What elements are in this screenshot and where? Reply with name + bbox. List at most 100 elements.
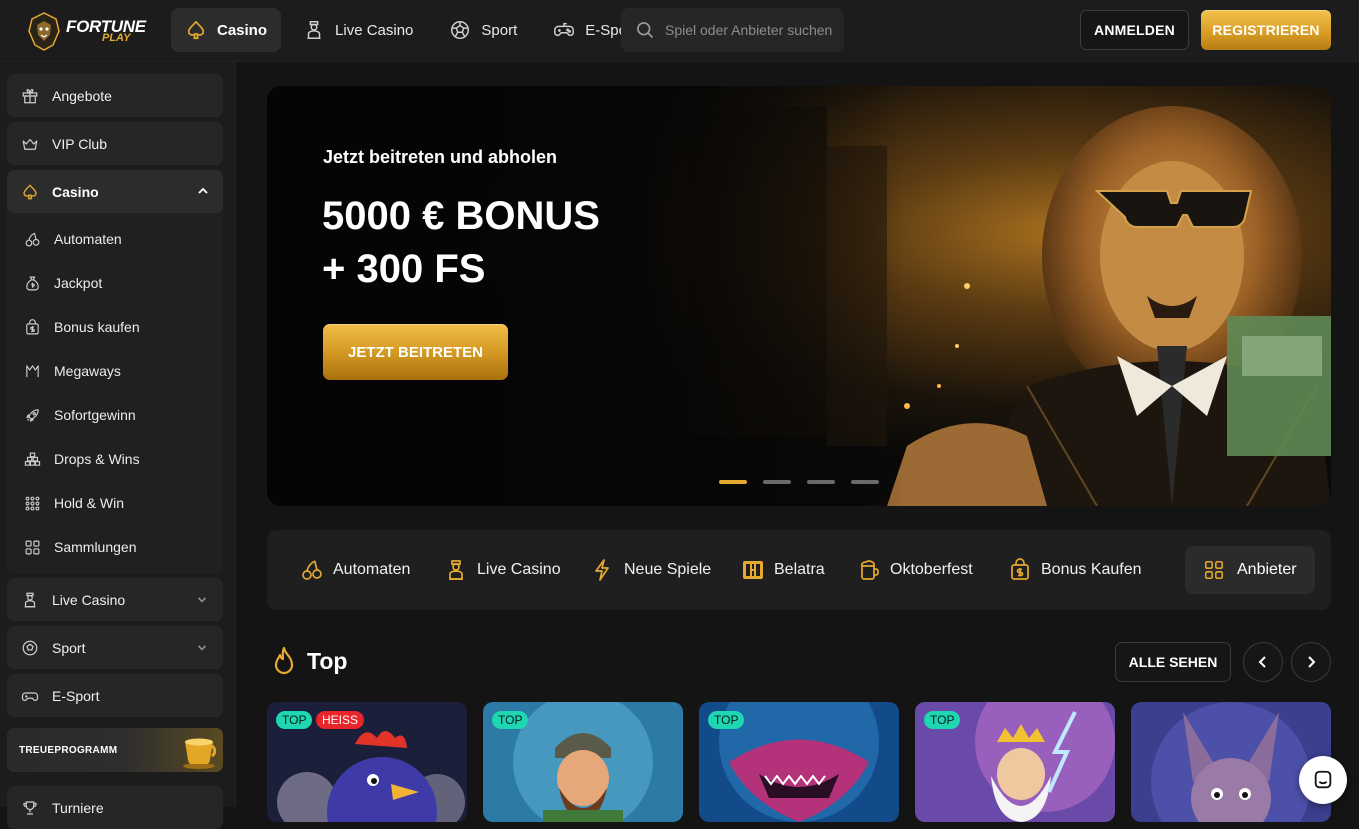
join-now-button[interactable]: JETZT BEITRETEN — [323, 324, 508, 380]
category-label: Neue Spiele — [624, 561, 712, 578]
game-card[interactable]: TOP — [699, 702, 899, 822]
carousel-dot-1[interactable] — [719, 480, 747, 484]
hero-headline-line2: + 300 FS — [322, 247, 486, 291]
sidebar-subitem-label: Bonus kaufen — [54, 319, 140, 335]
spade-icon — [23, 184, 37, 199]
badge-top: TOP — [276, 711, 313, 729]
sidebar-item-casino[interactable]: Casino — [7, 170, 223, 213]
game-card[interactable]: TOP HEISS — [267, 702, 467, 822]
next-arrow-button[interactable] — [1291, 642, 1331, 682]
sidebar-item-label: E-Sport — [52, 687, 100, 704]
belatra-icon — [743, 561, 763, 579]
dealer-icon — [307, 21, 321, 39]
search-icon — [637, 22, 654, 39]
category-neue-spiele[interactable]: Neue Spiele — [591, 554, 711, 586]
gamepad-icon — [554, 22, 575, 37]
sidebar-subitem-sofortgewinn[interactable]: Sofortgewinn — [24, 400, 136, 430]
carousel-indicators — [719, 480, 879, 484]
chevron-down-icon[interactable] — [195, 592, 209, 606]
hero-headline-line1: 5000 € BONUS — [322, 194, 600, 238]
chevron-down-icon[interactable] — [195, 640, 209, 654]
category-label: Belatra — [774, 561, 825, 578]
category-automaten[interactable]: Automaten — [300, 554, 410, 586]
crown-icon — [22, 138, 38, 150]
nav-sport-label: Sport — [481, 21, 518, 39]
see-all-button[interactable]: ALLE SEHEN — [1115, 642, 1231, 682]
login-button[interactable]: ANMELDEN — [1080, 10, 1189, 50]
sidebar-item-esport[interactable]: E-Sport — [7, 674, 223, 717]
sidebar-subitem-bonus-kaufen[interactable]: Bonus kaufen — [24, 312, 140, 342]
cherries-icon — [302, 560, 322, 580]
sidebar-item-tournaments[interactable]: Turniere — [7, 786, 223, 829]
sidebar-casino-group: Casino Automaten Jackpot Bonus kaufen Me… — [7, 170, 223, 574]
category-label: Automaten — [333, 561, 411, 578]
game-card[interactable]: TOP — [915, 702, 1115, 822]
rocket-icon — [26, 408, 39, 422]
dealer-icon — [449, 560, 463, 580]
sidebar-subitem-jackpot[interactable]: Jackpot — [24, 268, 102, 298]
gift-icon — [22, 88, 38, 103]
sidebar-subitem-label: Drops & Wins — [54, 451, 140, 467]
nav-casino-label: Casino — [217, 21, 268, 39]
hero-headline: 5000 € BONUS + 300 FS — [322, 190, 600, 296]
sidebar-item-live-casino[interactable]: Live Casino — [7, 578, 223, 621]
lion-logo-icon — [28, 12, 60, 51]
category-providers[interactable]: Anbieter — [1185, 546, 1315, 594]
prev-arrow-button[interactable] — [1243, 642, 1283, 682]
search-input[interactable] — [665, 22, 835, 38]
chevron-right-icon — [1308, 656, 1316, 668]
game-card[interactable] — [1131, 702, 1331, 822]
sidebar-item-label: Live Casino — [52, 591, 126, 608]
nav-live-casino[interactable]: Live Casino — [289, 8, 427, 52]
collections-icon — [1204, 560, 1224, 580]
chevron-left-icon — [1258, 656, 1266, 668]
sidebar-item-offers[interactable]: Angebote — [7, 74, 223, 117]
category-label: Live Casino — [477, 561, 561, 578]
carousel-dot-3[interactable] — [807, 480, 835, 484]
spade-icon — [187, 20, 205, 40]
sidebar-subitem-drops-wins[interactable]: Drops & Wins — [24, 444, 140, 474]
sidebar-subitem-label: Sofortgewinn — [54, 407, 136, 423]
sidebar-subitem-hold-win[interactable]: Hold & Win — [24, 488, 124, 518]
collections-icon — [25, 540, 40, 554]
sidebar-item-label: Angebote — [52, 87, 112, 104]
loyalty-label: TREUEPROGRAMM — [19, 744, 118, 756]
loyalty-program-banner[interactable]: TREUEPROGRAMM — [7, 728, 223, 772]
section-title-top: Top — [271, 646, 347, 676]
nav-sport[interactable]: Sport — [435, 8, 531, 52]
category-bonus-kaufen[interactable]: Bonus Kaufen — [1008, 554, 1142, 586]
soccer-ball-icon — [451, 21, 470, 39]
sidebar-subitem-sammlungen[interactable]: Sammlungen — [24, 532, 137, 562]
cherries-icon — [25, 232, 40, 246]
main-nav: Casino Live Casino Sport E-Sport — [171, 8, 650, 52]
sidebar-item-sport[interactable]: Sport — [7, 626, 223, 669]
category-oktoberfest[interactable]: Oktoberfest — [857, 554, 973, 586]
carousel-dot-4[interactable] — [851, 480, 879, 484]
brand-logo[interactable]: FORTUNE PLAY — [26, 8, 150, 54]
sidebar-subitem-automaten[interactable]: Automaten — [24, 224, 122, 254]
sidebar-subitem-label: Megaways — [54, 363, 121, 379]
sidebar-item-vip[interactable]: VIP Club — [7, 122, 223, 165]
carousel-dot-2[interactable] — [763, 480, 791, 484]
game-card[interactable]: TOP — [483, 702, 683, 822]
sidebar-item-label: VIP Club — [52, 135, 107, 152]
category-belatra[interactable]: Belatra — [741, 554, 825, 586]
chevron-up-icon[interactable] — [197, 185, 209, 197]
bag-dollar-icon — [26, 318, 39, 334]
trophy-icon — [23, 800, 37, 815]
register-button[interactable]: REGISTRIEREN — [1201, 10, 1331, 50]
hero-banner[interactable]: Jetzt beitreten und abholen 5000 € BONUS… — [267, 86, 1331, 506]
category-live-casino[interactable]: Live Casino — [444, 554, 561, 586]
chat-support-button[interactable] — [1299, 756, 1347, 804]
section-title-label: Top — [307, 647, 348, 674]
soccer-ball-icon — [22, 640, 38, 655]
top-bar: FORTUNE PLAY Casino Live Casino Sport E-… — [0, 0, 1359, 62]
badge-top: TOP — [492, 711, 529, 729]
nav-casino[interactable]: Casino — [171, 8, 282, 52]
sidebar-subitem-megaways[interactable]: Megaways — [24, 356, 121, 386]
sidebar-item-label: Turniere — [52, 799, 104, 816]
gamepad-icon — [21, 691, 39, 701]
badge-hot: HEISS — [316, 711, 365, 729]
search-box[interactable] — [621, 8, 844, 52]
donkey-game-art — [1131, 702, 1331, 822]
